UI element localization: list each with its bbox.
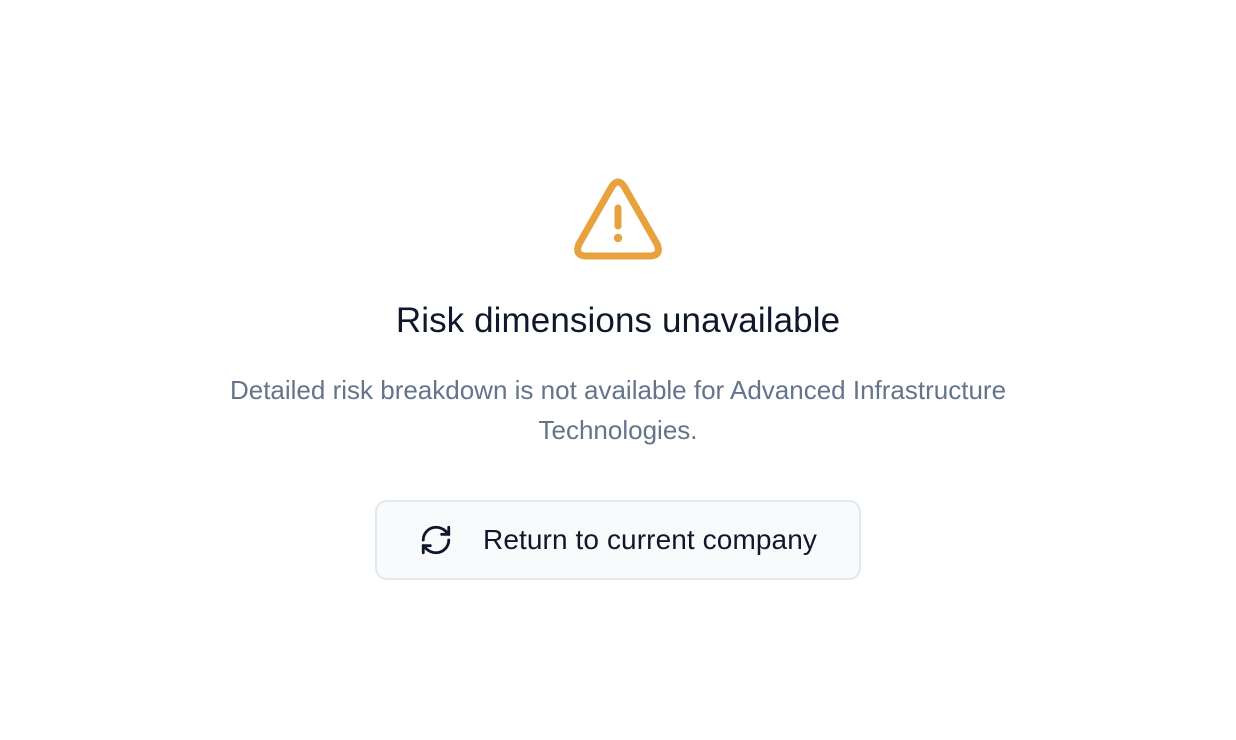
page-title: Risk dimensions unavailable <box>395 301 841 340</box>
return-to-current-company-button[interactable]: Return to current company <box>375 500 861 580</box>
description-text: Detailed risk breakdown is not available… <box>229 375 1007 445</box>
empty-state: Risk dimensions unavailable Detailed ris… <box>0 176 1236 580</box>
warning-triangle-icon <box>574 178 662 260</box>
button-label: Return to current company <box>483 524 817 555</box>
refresh-icon <box>421 525 451 555</box>
page: Risk dimensions unavailable Detailed ris… <box>0 0 1236 740</box>
